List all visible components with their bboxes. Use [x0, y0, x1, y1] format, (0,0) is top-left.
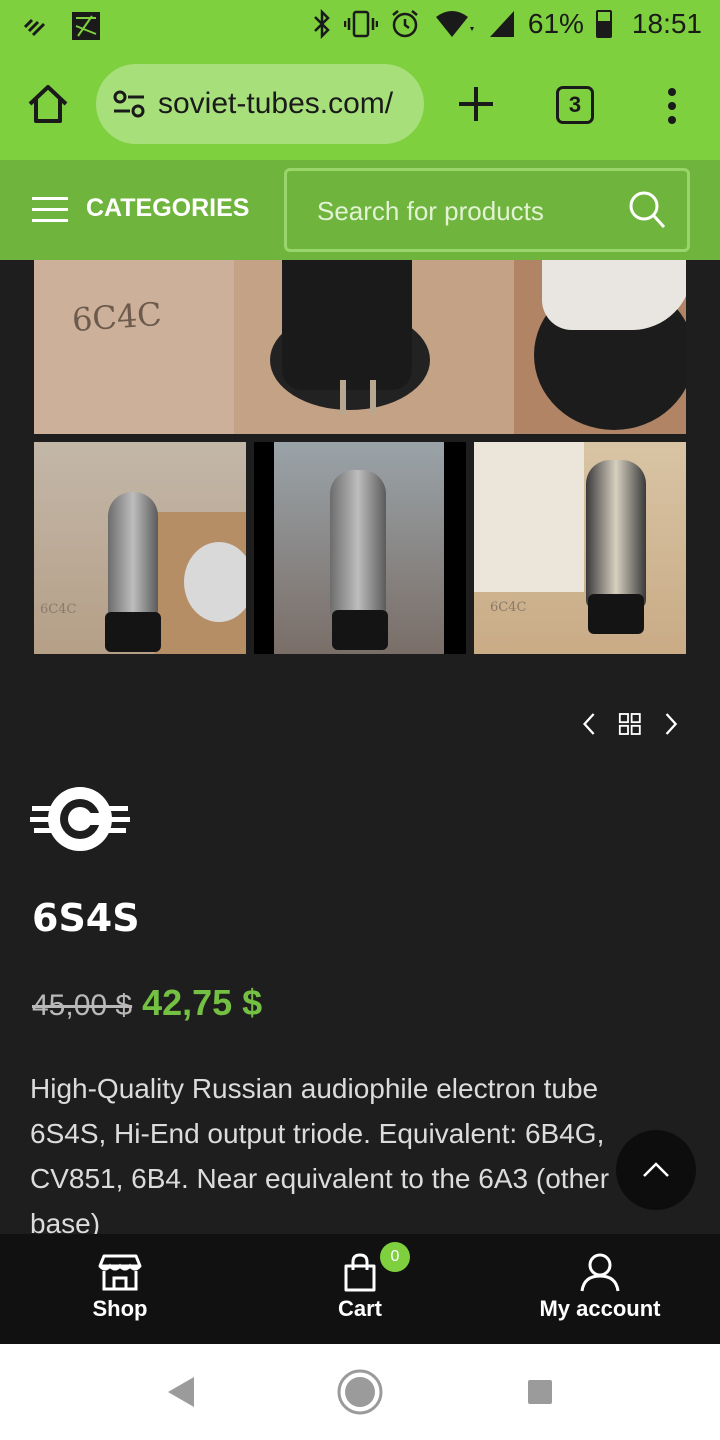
alarm-icon [392, 10, 418, 38]
nav-cart[interactable]: 0 Cart [240, 1234, 480, 1344]
bluetooth-icon [313, 9, 330, 39]
photo-tube-base [282, 260, 412, 390]
photo-paper [542, 260, 686, 330]
photo-tube-pin [340, 380, 346, 414]
box-marking: 6C4C [70, 294, 163, 340]
thumb-paper [474, 442, 584, 592]
old-price: 45,00 $ [32, 989, 133, 1022]
nav-cart-label: Cart [337, 1296, 382, 1321]
system-navigation-bar [0, 1344, 720, 1440]
thumb-marking: 6C4C [490, 600, 527, 615]
hamburger-icon [32, 195, 68, 223]
battery-fill [597, 21, 610, 36]
user-icon [580, 1253, 620, 1292]
photo-tube-pin [370, 380, 376, 414]
tab-switcher-button[interactable]: 3 [556, 86, 594, 124]
clock: 18:51 [631, 8, 702, 39]
product-nav [580, 708, 680, 740]
new-tab-icon[interactable] [456, 84, 496, 124]
thumb-marking: 6C4C [40, 602, 77, 617]
nav-my-account[interactable]: My account [480, 1234, 720, 1344]
browser-toolbar: soviet-tubes.com/ 3 [0, 50, 720, 160]
categories-label: CATEGORIES [86, 194, 250, 222]
previous-product-icon[interactable] [580, 709, 598, 739]
battery-percent: 61% [527, 8, 584, 39]
vibrate-icon [343, 10, 378, 38]
thumb-tube-base [105, 612, 161, 652]
search-input[interactable] [317, 191, 617, 231]
recents-icon[interactable] [527, 1379, 553, 1405]
bottom-navigation: Shop 0 Cart My account [0, 1234, 720, 1344]
thumb-tube-base [332, 610, 388, 650]
nav-shop[interactable]: Shop [0, 1234, 240, 1344]
address-bar[interactable]: soviet-tubes.com/ [96, 64, 424, 144]
categories-menu-button[interactable]: CATEGORIES [32, 194, 249, 223]
product-description: High-Quality Russian audiophile electron… [30, 1073, 610, 1239]
nav-my-account-label: My account [539, 1296, 661, 1321]
sim-icon [72, 12, 100, 40]
battery-icon [595, 10, 612, 38]
gallery-thumbnail-1[interactable]: 6C4C [34, 442, 246, 654]
chevron-up-icon [643, 1162, 669, 1177]
search-icon[interactable] [627, 189, 667, 231]
url-text: soviet-tubes.com/ [158, 87, 394, 120]
cart-count-badge: 0 [380, 1242, 410, 1272]
thumb-tube-glass [586, 460, 646, 610]
photo-box-left [34, 260, 234, 434]
grid-view-icon[interactable] [618, 711, 642, 737]
product-title: 6S4S [32, 896, 140, 940]
thumb-wrapped-tube [184, 542, 246, 622]
thumb-tube-glass [108, 492, 158, 622]
nav-shop-label: Shop [92, 1296, 148, 1321]
more-options-icon[interactable] [664, 86, 680, 126]
thumb-tube-glass [330, 470, 386, 620]
price-row: 45,00 $ 42,75 $ [32, 982, 262, 1024]
wifi-icon [435, 11, 474, 37]
home-circle-icon[interactable] [336, 1368, 384, 1416]
cell-signal-icon [489, 11, 514, 37]
status-bar: 61% 18:51 [0, 0, 720, 50]
signal-bars-icon [23, 18, 46, 37]
home-icon[interactable] [26, 82, 70, 126]
gallery-thumbnail-3[interactable]: 6C4C [474, 442, 686, 654]
back-icon[interactable] [166, 1375, 196, 1409]
scroll-to-top-button[interactable] [616, 1130, 696, 1210]
site-settings-icon[interactable] [112, 89, 146, 119]
brand-logo[interactable] [30, 784, 130, 854]
search-box [284, 168, 690, 252]
site-header: CATEGORIES [0, 160, 720, 260]
next-product-icon[interactable] [662, 709, 680, 739]
gallery-thumbnail-2[interactable] [254, 442, 466, 654]
sale-price: 42,75 $ [142, 982, 263, 1023]
shopping-bag-icon [344, 1253, 376, 1292]
thumb-tube-base [588, 594, 644, 634]
store-icon [98, 1254, 142, 1291]
product-main-image[interactable]: 6C4C [34, 260, 686, 434]
